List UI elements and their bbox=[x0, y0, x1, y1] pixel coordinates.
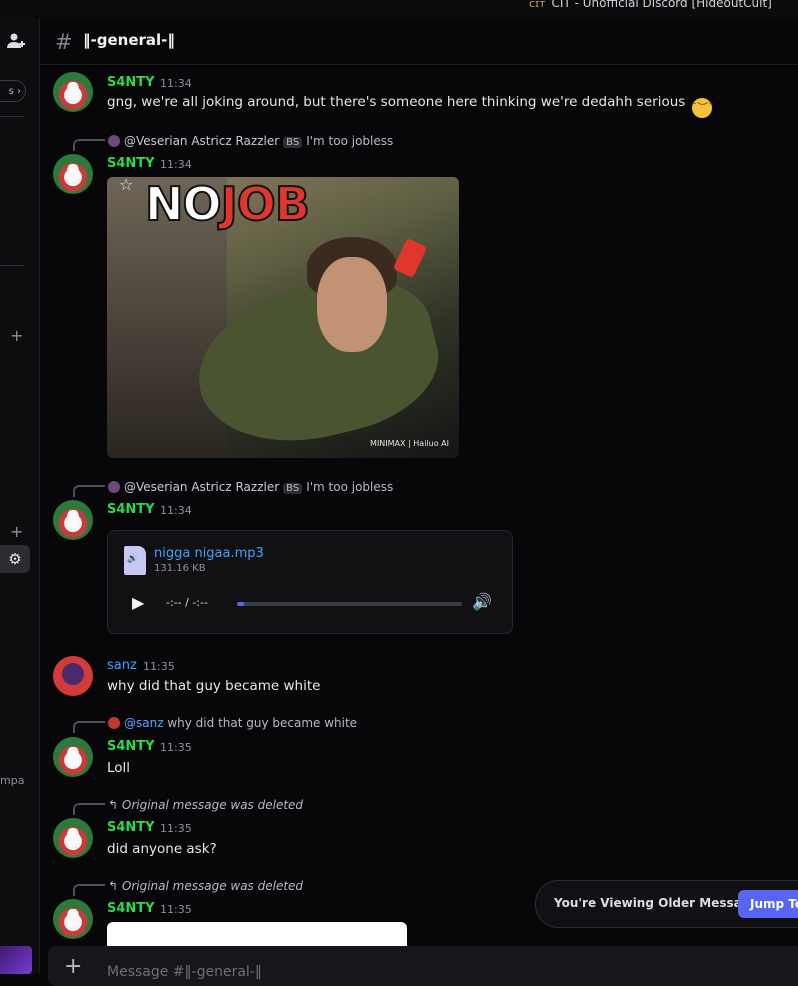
hash-icon: # bbox=[55, 30, 73, 54]
message-author[interactable]: S4NTY bbox=[107, 901, 155, 916]
avatar[interactable] bbox=[53, 154, 93, 194]
message-timestamp: 11:35 bbox=[160, 741, 192, 754]
message-timestamp: 11:34 bbox=[160, 158, 192, 171]
reply-preview: ↰ Original message was deleted bbox=[108, 879, 303, 893]
reply-preview[interactable]: @Veserian Astricz Razzler BS I'm too joble… bbox=[108, 480, 393, 494]
reply-text: I'm too jobless bbox=[306, 480, 394, 494]
server-logo-icon: ᴄɪᴛ bbox=[529, 0, 546, 10]
message-body: gng, we're all joking around, but there'… bbox=[107, 94, 686, 110]
reply-preview[interactable]: @Veserian Astricz Razzler BS I'm too joble… bbox=[108, 134, 393, 148]
deleted-reply-text: Original message was deleted bbox=[121, 879, 304, 893]
add-attachment-icon[interactable]: + bbox=[64, 956, 82, 978]
audio-attachment: nigga nigaa.mp3 131.16 KB ▶ -:-- / -:-- … bbox=[107, 530, 513, 634]
avatar[interactable] bbox=[53, 899, 93, 939]
message-timestamp: 11:35 bbox=[143, 660, 175, 673]
jump-to-present-button[interactable]: Jump To bbox=[738, 890, 798, 918]
older-messages-bar: You're Viewing Older Messages Jump To bbox=[535, 880, 798, 928]
chevron-right-icon: › bbox=[17, 86, 21, 97]
message-text: Loll bbox=[107, 760, 131, 776]
message-timestamp: 11:35 bbox=[160, 903, 192, 916]
message-author[interactable]: sanz bbox=[107, 658, 137, 673]
sidebar-chip[interactable]: s › bbox=[0, 80, 26, 102]
user-avatar[interactable] bbox=[0, 946, 32, 974]
pensive-emoji-icon: ˘︶˘ bbox=[691, 98, 714, 118]
sidebar-divider bbox=[0, 265, 24, 266]
sidebar-truncated-text: mpa bbox=[0, 774, 25, 787]
add-channel-icon[interactable]: + bbox=[10, 328, 24, 344]
older-messages-label: You're Viewing Older Messages bbox=[554, 896, 766, 910]
sidebar-chip-label: s bbox=[8, 86, 14, 97]
reply-arrow-icon: ↰ bbox=[108, 879, 122, 893]
message-author[interactable]: S4NTY bbox=[107, 820, 155, 835]
reply-author: @Veserian Astricz Razzler bbox=[124, 480, 280, 494]
gear-icon[interactable]: ⚙ bbox=[0, 545, 30, 573]
reply-tag: BS bbox=[283, 483, 303, 494]
gif-caption-red: JOB bbox=[220, 177, 311, 232]
title-bar: ᴄɪᴛ CIT - Unofficial Discord [HideoutCult… bbox=[0, 0, 798, 18]
message-text: gng, we're all joking around, but there'… bbox=[107, 94, 714, 118]
favorite-star-icon[interactable]: ☆ bbox=[119, 177, 133, 194]
avatar[interactable] bbox=[53, 656, 93, 696]
reply-avatar bbox=[108, 135, 120, 147]
gif-caption: NOJOB bbox=[144, 177, 311, 232]
audio-progress-fill bbox=[237, 602, 244, 606]
message-timestamp: 11:35 bbox=[160, 822, 192, 835]
gif-arrow bbox=[392, 237, 428, 279]
reply-preview: ↰ Original message was deleted bbox=[108, 798, 303, 812]
message-author[interactable]: S4NTY bbox=[107, 502, 155, 517]
channel-sidebar: s › + + ⚙ mpa bbox=[0, 18, 40, 974]
reply-connector bbox=[73, 485, 105, 497]
message-timestamp: 11:34 bbox=[160, 504, 192, 517]
window-title-text: CIT - Unofficial Discord [HideoutCult] bbox=[551, 0, 772, 10]
audio-progress-bar[interactable] bbox=[237, 602, 462, 606]
gif-embed[interactable]: NOJOB ☆ MINIMAX | Hailuo AI bbox=[107, 177, 459, 458]
message-list[interactable]: S4NTY 11:34 gng, we're all joking around… bbox=[40, 64, 798, 946]
window-title: ᴄɪᴛ CIT - Unofficial Discord [HideoutCult… bbox=[529, 0, 772, 10]
message-text: why did that guy became white bbox=[107, 678, 321, 694]
reply-arrow-icon: ↰ bbox=[108, 798, 122, 812]
message-timestamp: 11:34 bbox=[160, 77, 192, 90]
reply-avatar bbox=[108, 717, 120, 729]
channel-name: ‖-general-‖ bbox=[83, 31, 175, 49]
reply-connector bbox=[73, 139, 105, 151]
image-embed[interactable] bbox=[107, 922, 407, 946]
message-composer[interactable]: + Message #‖-general-‖ bbox=[48, 946, 798, 986]
reply-connector bbox=[73, 884, 105, 896]
attachment-filename[interactable]: nigga nigaa.mp3 bbox=[154, 546, 264, 561]
volume-icon[interactable]: 🔊 bbox=[472, 592, 492, 611]
audio-file-icon bbox=[124, 546, 146, 575]
reply-author: @Veserian Astricz Razzler bbox=[124, 134, 280, 148]
reply-connector bbox=[73, 803, 105, 815]
message-author[interactable]: S4NTY bbox=[107, 156, 155, 171]
message-text: did anyone ask? bbox=[107, 841, 217, 857]
reply-preview[interactable]: @sanz why did that guy became white bbox=[108, 716, 357, 730]
reply-connector bbox=[73, 721, 105, 733]
deleted-reply-text: Original message was deleted bbox=[121, 798, 304, 812]
message-author[interactable]: S4NTY bbox=[107, 75, 155, 90]
message-input-placeholder[interactable]: Message #‖-general-‖ bbox=[107, 964, 262, 980]
gif-watermark: MINIMAX | Hailuo AI bbox=[370, 439, 449, 448]
avatar[interactable] bbox=[53, 818, 93, 858]
reply-tag: BS bbox=[283, 137, 303, 148]
channel-header: # ‖-general-‖ bbox=[40, 18, 798, 65]
add-friend-icon[interactable] bbox=[7, 32, 29, 52]
gif-figure-face bbox=[317, 257, 387, 352]
reply-mention: @sanz bbox=[124, 716, 164, 730]
avatar[interactable] bbox=[53, 737, 93, 777]
reply-text: I'm too jobless bbox=[306, 134, 394, 148]
gif-caption-white: NO bbox=[144, 177, 223, 232]
reply-avatar bbox=[108, 481, 120, 493]
reply-text: why did that guy became white bbox=[167, 716, 358, 730]
message-author[interactable]: S4NTY bbox=[107, 739, 155, 754]
attachment-size: 131.16 KB bbox=[154, 563, 206, 574]
play-icon[interactable]: ▶ bbox=[132, 593, 144, 612]
avatar[interactable] bbox=[53, 500, 93, 540]
audio-time: -:-- / -:-- bbox=[166, 596, 208, 609]
add-channel-icon[interactable]: + bbox=[10, 524, 24, 540]
avatar[interactable] bbox=[53, 72, 93, 112]
sidebar-divider bbox=[0, 116, 24, 117]
